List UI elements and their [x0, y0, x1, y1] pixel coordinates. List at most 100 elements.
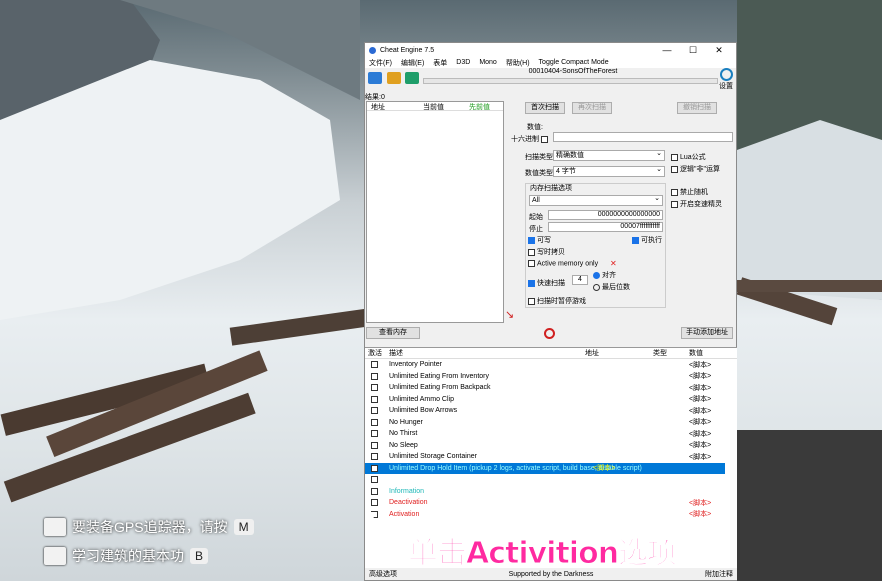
cow-checkbox[interactable] [528, 248, 535, 256]
close-button[interactable]: ✕ [706, 45, 732, 56]
add-address-button[interactable]: 手动添加地址 [681, 327, 733, 339]
col-previous[interactable]: 先前值 [465, 102, 490, 111]
table-row[interactable]: Unlimited Eating From Inventory <脚本> [365, 371, 737, 383]
next-scan-button[interactable]: 再次扫描 [572, 102, 612, 114]
row-checkbox[interactable] [371, 441, 378, 449]
row-checkbox[interactable] [371, 464, 378, 472]
menu-file[interactable]: 文件(F) [369, 58, 392, 68]
menu-mono[interactable]: Mono [479, 59, 497, 66]
memory-view-button[interactable]: 查看内存 [366, 327, 420, 339]
pause-checkbox[interactable] [528, 297, 535, 305]
address-list[interactable]: 地址 当前值 先前值 [366, 101, 504, 323]
table-row[interactable]: Deactivation <脚本> [365, 497, 737, 509]
table-row[interactable]: Unlimited Bow Arrows <脚本> [365, 405, 737, 417]
col-address[interactable]: 地址 [367, 102, 419, 111]
region-select[interactable]: All [529, 194, 663, 206]
row-checkbox[interactable] [371, 361, 378, 369]
row-description: Unlimited Ammo Clip [389, 395, 454, 403]
row-checkbox[interactable] [371, 499, 378, 507]
row-checkbox[interactable] [371, 372, 378, 380]
fast-scan-option[interactable]: 快速扫描 [528, 278, 565, 288]
table-row[interactable] [365, 474, 737, 486]
row-checkbox[interactable] [371, 476, 378, 484]
value-input[interactable] [553, 132, 733, 142]
align-option[interactable]: 对齐 [593, 270, 616, 280]
not-option[interactable]: 逻辑"非"运算 [671, 164, 720, 174]
advanced-options[interactable]: 高级选项 [369, 569, 397, 579]
lua-option[interactable]: Lua公式 [671, 152, 706, 162]
col-current[interactable]: 当前值 [419, 102, 465, 111]
align-radio[interactable] [593, 271, 600, 279]
writable-checkbox[interactable] [528, 236, 535, 244]
minimize-button[interactable]: — [654, 45, 680, 55]
col-description[interactable]: 描述 [389, 348, 585, 358]
pause-option[interactable]: 扫描时暂停游戏 [528, 296, 586, 306]
row-checkbox[interactable] [371, 430, 378, 438]
not-checkbox[interactable] [671, 165, 678, 173]
last-digits-radio[interactable] [593, 283, 600, 291]
writable-option[interactable]: 可写 [528, 235, 551, 245]
table-row[interactable]: Information [365, 486, 737, 498]
menu-table[interactable]: 表单 [433, 58, 447, 68]
start-input[interactable]: 0000000000000000 [548, 210, 663, 220]
fast-scan-checkbox[interactable] [528, 279, 535, 287]
table-extras[interactable]: 附加注释 [705, 569, 733, 579]
menu-help[interactable]: 帮助(H) [506, 58, 530, 68]
table-row-selected[interactable]: Unlimited Drop Hold Item (pickup 2 logs,… [365, 462, 725, 474]
row-checkbox[interactable] [371, 453, 378, 461]
maximize-button[interactable]: ☐ [680, 45, 706, 56]
menu-edit[interactable]: 编辑(E) [401, 58, 424, 68]
executable-checkbox[interactable] [632, 236, 639, 244]
mouse-cursor [371, 512, 377, 522]
row-checkbox[interactable] [371, 395, 378, 403]
menu-d3d[interactable]: D3D [456, 59, 470, 66]
hex-checkbox[interactable] [540, 135, 548, 143]
arrow-icon[interactable]: ↘ [505, 308, 514, 321]
fast-scan-input[interactable]: 4 [572, 275, 588, 285]
row-value: <脚本> [689, 373, 712, 381]
toolbar: 00010404-SonsOfTheForest 设置 [365, 68, 736, 90]
executable-option[interactable]: 可执行 [632, 235, 662, 245]
table-row[interactable]: No Sleep <脚本> [365, 440, 737, 452]
unrandomizer-checkbox[interactable] [671, 188, 678, 196]
open-file-icon[interactable] [387, 72, 401, 84]
stop-input[interactable]: 00007fffffffffff [548, 222, 663, 232]
speedhack-checkbox[interactable] [671, 200, 678, 208]
table-row[interactable]: Unlimited Eating From Backpack <脚本> [365, 382, 737, 394]
speedhack-option[interactable]: 开启变速精灵 [671, 199, 722, 209]
table-row[interactable]: No Hunger <脚本> [365, 417, 737, 429]
clear-icon[interactable]: ✕ [610, 259, 617, 268]
table-row[interactable]: Activation <脚本> [365, 509, 737, 521]
scan-type-select[interactable]: 精确数值 [553, 149, 665, 161]
row-checkbox[interactable] [371, 384, 378, 392]
unrandomizer-option[interactable]: 禁止随机 [671, 187, 708, 197]
row-value: <脚本> [689, 384, 712, 392]
lua-checkbox[interactable] [671, 153, 678, 161]
col-value[interactable]: 数值 [689, 348, 703, 358]
cow-option[interactable]: 写时拷贝 [528, 247, 565, 257]
active-memory-option[interactable]: Active memory only [528, 260, 598, 267]
last-digits-option[interactable]: 最后位数 [593, 282, 630, 292]
menu-compact[interactable]: Toggle Compact Mode [539, 59, 609, 66]
col-type[interactable]: 类型 [653, 348, 689, 358]
stop-icon[interactable] [544, 328, 555, 339]
table-row[interactable]: Unlimited Storage Container <脚本> [365, 451, 737, 463]
col-active[interactable]: 激活 [365, 348, 389, 358]
table-row[interactable]: Inventory Pointer <脚本> [365, 359, 737, 371]
col-addr[interactable]: 地址 [585, 348, 653, 358]
undo-scan-button[interactable]: 撤销扫描 [677, 102, 717, 114]
active-memory-checkbox[interactable] [528, 260, 535, 267]
table-row[interactable]: No Thirst <脚本> [365, 428, 737, 440]
stop-label: 停止 [529, 226, 543, 233]
table-row[interactable]: Unlimited Ammo Clip <脚本> [365, 394, 737, 406]
cheat-table-header: 激活 描述 地址 类型 数值 [365, 348, 737, 359]
value-type-select[interactable]: 4 字节 [553, 165, 665, 177]
hex-option[interactable]: 十六进制 [511, 134, 550, 144]
open-process-icon[interactable] [368, 72, 382, 84]
row-checkbox[interactable] [371, 487, 378, 495]
save-icon[interactable] [405, 72, 419, 84]
first-scan-button[interactable]: 首次扫描 [525, 102, 565, 114]
settings-button[interactable]: 设置 [718, 68, 734, 91]
row-checkbox[interactable] [371, 418, 378, 426]
row-checkbox[interactable] [371, 407, 378, 415]
